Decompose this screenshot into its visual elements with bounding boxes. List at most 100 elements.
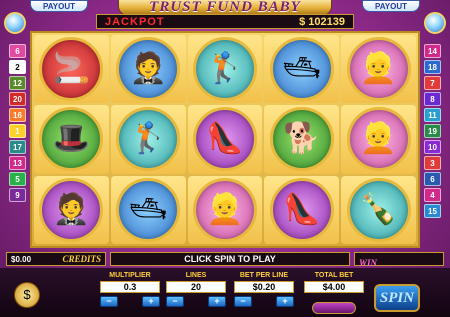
total-bet-control: TOTAL BET $4.00 xyxy=(304,272,364,293)
payline-number[interactable]: 12 xyxy=(9,76,26,90)
win-label: WIN xyxy=(359,258,378,268)
multiplier-control: MULTIPLIER 0.3 − + xyxy=(100,272,160,307)
payline-number[interactable]: 1 xyxy=(9,124,26,138)
game-frame: PAYOUT TRUST FUND BABY PAYOUT JACKPOT $ … xyxy=(0,0,450,317)
reel-cell: 👱 xyxy=(187,175,263,244)
payline-number[interactable]: 6 xyxy=(424,172,441,186)
jackpot-display: JACKPOT $ 102139 xyxy=(96,14,354,29)
butler-glyph: 🤵 xyxy=(52,192,91,226)
credits-value: $0.00 xyxy=(11,254,32,264)
total-bet-label: TOTAL BET xyxy=(314,272,354,279)
payline-number[interactable]: 9 xyxy=(9,188,26,202)
payline-number[interactable]: 20 xyxy=(9,92,26,106)
diamond-icon xyxy=(424,12,446,34)
bet-max-button[interactable] xyxy=(312,302,356,314)
multiplier-plus-button[interactable]: + xyxy=(142,296,160,307)
reel-cell: 🛥 xyxy=(110,175,186,244)
yacht-glyph: 🛥 xyxy=(129,192,168,226)
lines-control: LINES 20 − + xyxy=(166,272,226,307)
yacht-glyph: 🛥 xyxy=(282,52,321,86)
bet-plus-button[interactable]: + xyxy=(276,296,294,307)
multiplier-minus-button[interactable]: − xyxy=(100,296,118,307)
yacht-icon: 🛥 xyxy=(269,37,334,102)
reel-cell: 🐕 xyxy=(264,105,340,174)
golfer-glyph: 🏌 xyxy=(206,52,244,86)
payline-number[interactable]: 19 xyxy=(424,124,441,138)
reel-cell: 👱 xyxy=(341,105,416,174)
blonde-woman-glyph: 👱 xyxy=(359,122,398,156)
reel-cell: 🛥 xyxy=(264,35,340,104)
reel-cell: 🏌 xyxy=(110,105,186,174)
payline-number[interactable]: 2 xyxy=(9,60,26,74)
bet-per-line-label: BET PER LINE xyxy=(239,272,289,279)
blonde-woman-icon: 👱 xyxy=(346,37,411,102)
smoking-man-icon: 🚬 xyxy=(39,37,104,102)
diamond-icon xyxy=(4,12,26,34)
coins-icon[interactable]: $ xyxy=(14,282,40,308)
payline-number[interactable]: 5 xyxy=(9,172,26,186)
reel-cell: 🤵 xyxy=(110,35,186,104)
reel-cell: 🤵 xyxy=(34,175,109,244)
payline-number[interactable]: 14 xyxy=(424,44,441,58)
lines-minus-button[interactable]: − xyxy=(166,296,184,307)
high-heel-icon: 👠 xyxy=(269,177,334,242)
high-heel-glyph: 👠 xyxy=(206,122,244,156)
bet-minus-button[interactable]: − xyxy=(234,296,252,307)
butler-icon: 🤵 xyxy=(39,177,104,242)
blonde-woman-glyph: 👱 xyxy=(206,192,244,226)
payline-number[interactable]: 11 xyxy=(424,108,441,122)
butler-glyph: 🤵 xyxy=(129,52,167,86)
chihuahua-glyph: 🐕 xyxy=(283,122,321,156)
payline-number[interactable]: 7 xyxy=(424,76,441,90)
tuxedo-icon: 🎩 xyxy=(39,107,104,172)
payline-number[interactable]: 8 xyxy=(424,92,441,106)
bet-per-line-control: BET PER LINE $0.20 − + xyxy=(234,272,294,307)
yacht-icon: 🛥 xyxy=(116,177,181,242)
payline-number[interactable]: 3 xyxy=(424,156,441,170)
bet-per-line-value: $0.20 xyxy=(234,281,294,293)
spin-button[interactable]: SPIN xyxy=(374,284,420,312)
lines-plus-button[interactable]: + xyxy=(208,296,226,307)
credits-display: $0.00 CREDITS xyxy=(6,252,106,266)
reel-cell: 🎩 xyxy=(34,105,109,174)
champagne-icon: 🍾 xyxy=(346,177,411,242)
jackpot-label: JACKPOT xyxy=(105,15,165,28)
payline-number[interactable]: 10 xyxy=(424,140,441,154)
blonde-woman-icon: 👱 xyxy=(346,107,411,172)
payline-number[interactable]: 15 xyxy=(424,204,441,218)
status-message: CLICK SPIN TO PLAY xyxy=(110,252,350,266)
chihuahua-icon: 🐕 xyxy=(269,107,334,172)
lines-label: LINES xyxy=(185,272,207,279)
reel-cell: 🚬 xyxy=(34,35,109,104)
champagne-glyph: 🍾 xyxy=(359,192,398,226)
reel-cell: 🏌 xyxy=(187,35,263,104)
blonde-woman-icon: 👱 xyxy=(192,177,257,242)
golfer-glyph: 🏌 xyxy=(129,122,167,156)
payout-button-right[interactable]: PAYOUT xyxy=(362,0,420,12)
tuxedo-glyph: 🎩 xyxy=(52,122,91,156)
total-bet-value: $4.00 xyxy=(304,281,364,293)
reel-cell: 👱 xyxy=(341,35,416,104)
jackpot-value: $ 102139 xyxy=(299,15,345,28)
reel-cell: 👠 xyxy=(264,175,340,244)
golfer-icon: 🏌 xyxy=(116,107,181,172)
payline-number[interactable]: 17 xyxy=(9,140,26,154)
high-heel-icon: 👠 xyxy=(192,107,257,172)
credits-label: CREDITS xyxy=(62,254,101,264)
multiplier-label: MULTIPLIER xyxy=(109,272,151,279)
reel-grid: 🚬 🤵 🏌 🛥 👱 🎩 🏌 👠 🐕 👱 🤵 🛥 👱 👠 🍾 xyxy=(30,31,420,248)
high-heel-glyph: 👠 xyxy=(283,192,321,226)
payline-number[interactable]: 13 xyxy=(9,156,26,170)
payline-number[interactable]: 16 xyxy=(9,108,26,122)
payline-numbers-right: 14 18 7 8 11 19 10 3 6 4 15 xyxy=(424,44,444,218)
reel-cell: 👠 xyxy=(187,105,263,174)
lines-value: 20 xyxy=(166,281,226,293)
win-display: WIN xyxy=(354,252,444,268)
payline-number[interactable]: 6 xyxy=(9,44,26,58)
multiplier-value: 0.3 xyxy=(100,281,160,293)
golfer-icon: 🏌 xyxy=(192,37,257,102)
smoking-man-glyph: 🚬 xyxy=(52,52,91,86)
payline-number[interactable]: 4 xyxy=(424,188,441,202)
payout-button-left[interactable]: PAYOUT xyxy=(30,0,88,12)
payline-number[interactable]: 18 xyxy=(424,60,441,74)
